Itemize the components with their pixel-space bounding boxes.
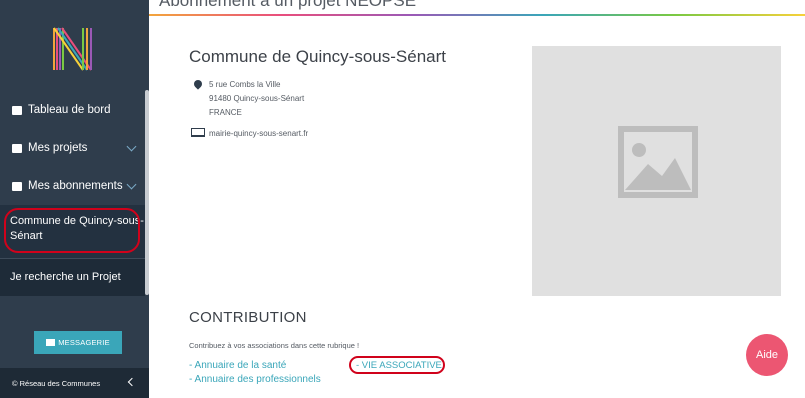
commune-name: Commune de Quincy-sous-Sénart	[189, 47, 447, 66]
sidebar-item-subscriptions[interactable]: Mes abonnements	[0, 167, 145, 205]
help-button[interactable]: Aide	[746, 334, 788, 376]
sidebar-item-label: Tableau de bord	[28, 104, 111, 116]
image-placeholder-icon	[618, 126, 698, 198]
messagerie-button[interactable]: MESSAGERIE	[34, 331, 122, 354]
sidebar-item-label: Mes projets	[28, 142, 88, 154]
copyright-text: © Réseau des Communes	[12, 378, 101, 388]
sidebar-item-label: Mes abonnements	[28, 180, 123, 192]
address-line-2: 91480 Quincy-sous-Sénart	[209, 94, 305, 103]
sidebar-item-label: Commune de Quincy-sous-Sénart	[10, 215, 144, 242]
laptop-icon	[191, 128, 205, 137]
dashboard-icon	[12, 105, 22, 115]
message-icon	[46, 339, 56, 346]
address-line-1: 5 rue Combs la Ville	[209, 80, 281, 89]
page-header: Abonnement à un projet NEOPSE	[149, 0, 805, 14]
address-country: FRANCE	[209, 108, 242, 117]
collapse-sidebar-icon[interactable]	[127, 377, 137, 387]
sidebar-item-commune[interactable]: Commune de Quincy-sous-Sénart	[0, 205, 145, 258]
neopse-logo[interactable]	[52, 27, 94, 71]
link-vie-associative[interactable]: - VIE ASSOCIATIVE	[356, 360, 442, 371]
rainbow-divider	[149, 14, 805, 16]
link-annuaire-sante[interactable]: - Annuaire de la santé	[189, 360, 286, 371]
subscriptions-icon	[12, 181, 22, 191]
sidebar-item-dashboard[interactable]: Tableau de bord	[0, 91, 145, 129]
sidebar-scrollbar[interactable]	[145, 90, 149, 295]
sidebar-item-label: Je recherche un Projet	[10, 271, 121, 283]
contribution-intro: Contribuez à vos associations dans cette…	[189, 341, 360, 350]
sidebar: Tableau de bord Mes projets Mes abonneme…	[0, 0, 149, 398]
folder-icon	[12, 143, 22, 153]
commune-image-placeholder	[532, 46, 781, 296]
link-annuaire-professionnels[interactable]: - Annuaire des professionnels	[189, 374, 321, 385]
messagerie-label: MESSAGERIE	[58, 338, 110, 347]
website-link[interactable]: mairie-quincy-sous-senart.fr	[209, 129, 308, 138]
page-title: Abonnement à un projet NEOPSE	[159, 0, 417, 10]
sidebar-item-projects[interactable]: Mes projets	[0, 129, 145, 167]
chevron-down-icon	[126, 179, 137, 190]
contribution-heading: CONTRIBUTION	[189, 309, 307, 326]
sidebar-footer: © Réseau des Communes	[0, 368, 149, 398]
chevron-down-icon	[126, 141, 137, 152]
sidebar-item-search-project[interactable]: Je recherche un Projet	[0, 258, 145, 296]
location-pin-icon	[192, 78, 204, 90]
